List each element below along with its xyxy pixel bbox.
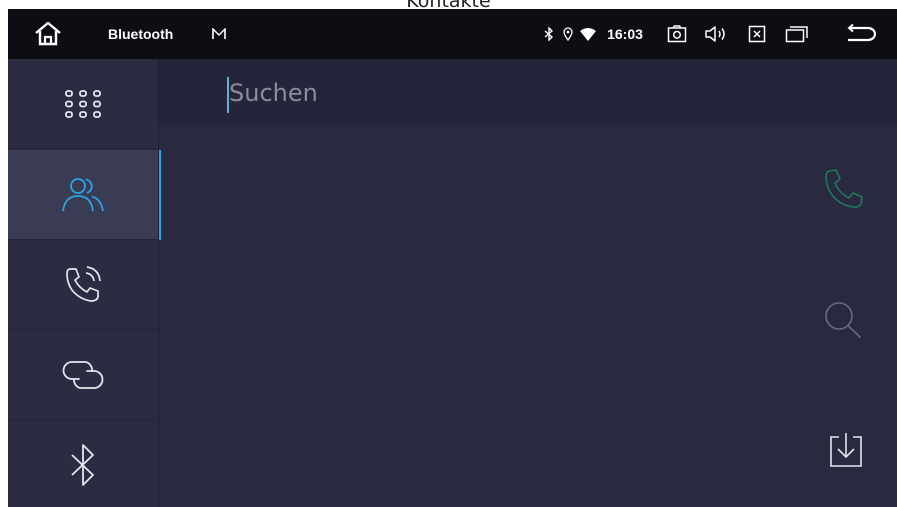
back-icon [847, 24, 876, 42]
sidebar-item-apps[interactable] [8, 59, 158, 149]
app-title: Bluetooth [108, 26, 174, 42]
wifi-icon [580, 27, 596, 41]
bluetooth-status [542, 9, 556, 59]
clock: 16:03 [607, 26, 643, 42]
sidebar-divider [158, 59, 159, 507]
close-app-button[interactable] [744, 9, 770, 59]
wifi-status [580, 9, 596, 59]
back-button[interactable] [840, 9, 880, 59]
link-icon [62, 360, 104, 389]
contacts-icon [62, 177, 104, 211]
sidebar-item-call-log[interactable] [8, 240, 158, 330]
location-status [561, 9, 575, 59]
home-button[interactable] [26, 9, 70, 59]
sidebar-item-bluetooth[interactable] [8, 420, 158, 507]
screenshot-button[interactable] [664, 9, 690, 59]
volume-button[interactable] [701, 9, 731, 59]
search-button[interactable] [814, 290, 874, 350]
grid-icon [65, 89, 101, 118]
screenshot-icon [667, 25, 687, 43]
download-icon [830, 433, 862, 467]
device-screen: Bluetooth 16:03 [8, 9, 897, 507]
gmail-notification [210, 9, 228, 59]
call-button[interactable] [814, 159, 874, 219]
bluetooth-icon [544, 27, 554, 41]
phone-ring-icon [66, 265, 101, 302]
volume-icon [705, 26, 725, 42]
location-icon [563, 27, 573, 41]
status-bar: Bluetooth 16:03 [8, 9, 897, 59]
bluetooth-icon [71, 444, 94, 486]
search-bar [159, 59, 897, 125]
search-icon [825, 302, 861, 338]
sidebar-item-pairing[interactable] [8, 330, 158, 420]
download-contacts-button[interactable] [816, 421, 876, 481]
search-input[interactable] [229, 73, 829, 113]
gmail-icon [212, 28, 226, 39]
home-icon [35, 21, 61, 46]
phone-icon [825, 169, 863, 208]
recent-apps-icon [785, 26, 808, 43]
sidebar [8, 59, 161, 507]
close-app-icon [748, 25, 766, 43]
recent-apps-button[interactable] [782, 9, 812, 59]
sidebar-item-contacts[interactable] [8, 150, 161, 240]
